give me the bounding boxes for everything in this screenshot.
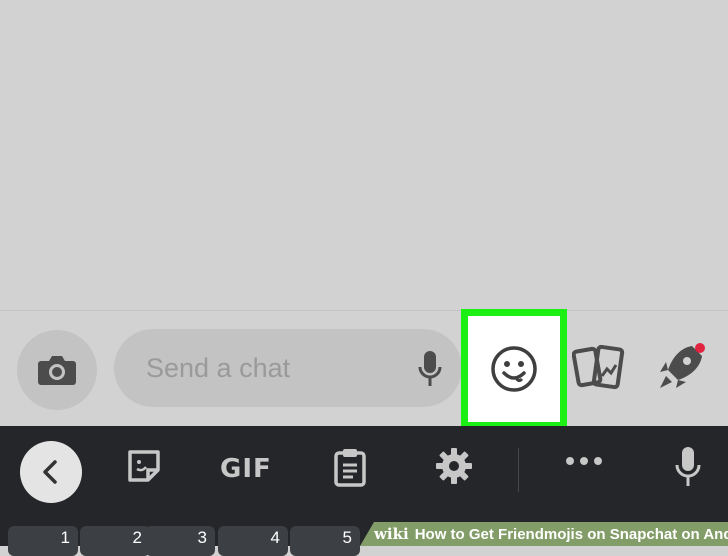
camera-icon [38, 356, 76, 385]
sticker-cards-icon [571, 344, 625, 390]
chat-input-row: Send a chat [0, 309, 728, 429]
key-3[interactable]: 3 [145, 526, 215, 556]
smiley-face-icon [491, 346, 537, 392]
voice-input-icon [675, 447, 701, 486]
key-4[interactable]: 4 [218, 526, 288, 556]
key-2[interactable]: 2 [80, 526, 150, 556]
settings-gear-icon [436, 448, 472, 484]
watermark-brand: wiki [374, 525, 409, 543]
key-1[interactable]: 1 [8, 526, 78, 556]
toolbar-separator [518, 448, 519, 492]
rocket-icon [660, 343, 705, 388]
keyboard-settings-button[interactable] [435, 447, 473, 485]
games-button[interactable] [654, 338, 710, 399]
chat-messages-area [0, 0, 728, 310]
stickers-button[interactable] [571, 342, 626, 397]
chat-input-field[interactable]: Send a chat [114, 329, 462, 407]
watermark-caption: How to Get Friendmojis on Snapchat on An… [414, 526, 728, 543]
friendmoji-button[interactable] [461, 309, 567, 429]
keyboard-sticker-button[interactable] [125, 447, 163, 485]
notification-dot [695, 343, 705, 353]
chevron-left-icon [43, 460, 57, 484]
chat-input-placeholder: Send a chat [146, 353, 291, 383]
wikihow-watermark: wiki How to Get Friendmojis on Snapchat o… [360, 522, 728, 546]
microphone-icon[interactable] [417, 350, 443, 388]
gif-button[interactable]: GIF [220, 454, 272, 484]
sticker-icon [128, 450, 160, 482]
key-5[interactable]: 5 [290, 526, 360, 556]
clipboard-icon [334, 449, 366, 487]
more-dots-icon [566, 457, 602, 465]
camera-button[interactable] [17, 330, 97, 410]
more-options-button[interactable] [565, 456, 603, 466]
voice-input-button[interactable] [674, 446, 702, 488]
keyboard-back-button[interactable] [20, 441, 82, 503]
clipboard-button[interactable] [333, 447, 367, 487]
